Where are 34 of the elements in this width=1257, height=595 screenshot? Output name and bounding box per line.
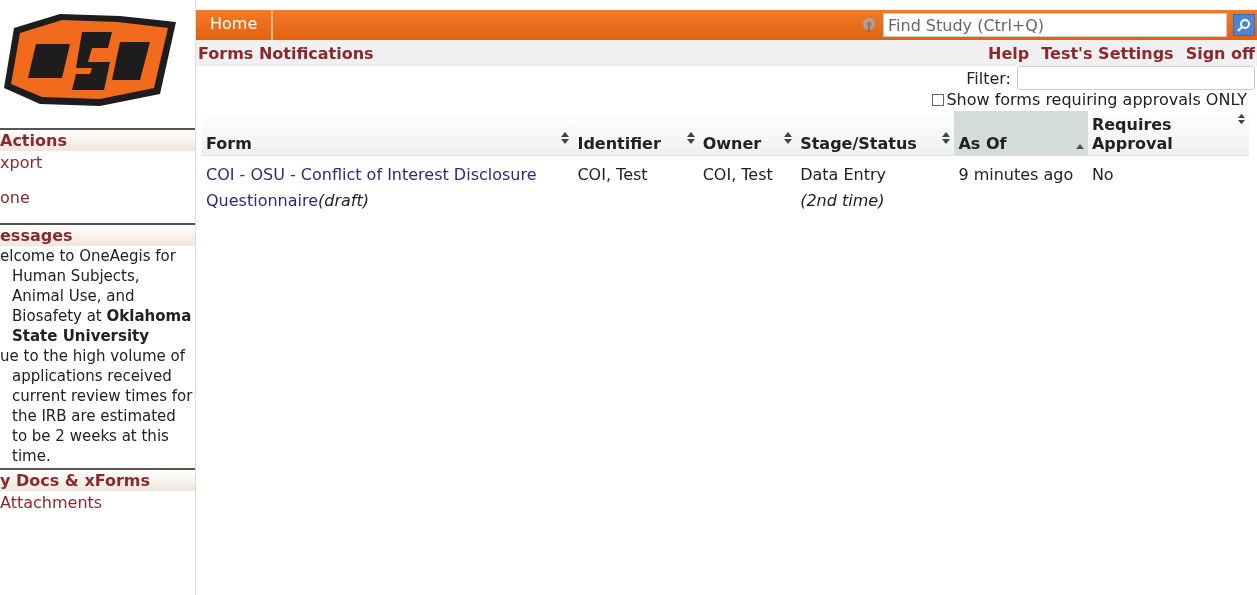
column-header[interactable]: Requires Approval bbox=[1087, 111, 1249, 156]
sidebar-link[interactable]: one bbox=[0, 186, 195, 221]
sort-icon bbox=[1237, 113, 1245, 125]
table-cell: Data Entry (2nd time) bbox=[796, 155, 955, 220]
sidebar-heading: essages bbox=[0, 223, 195, 246]
sort-ascending-icon bbox=[1075, 144, 1084, 149]
header-link[interactable]: Test's Settings bbox=[1041, 43, 1174, 63]
filter-field[interactable] bbox=[1017, 66, 1255, 90]
header-link[interactable]: Sign off bbox=[1185, 43, 1255, 63]
header-link[interactable]: Help bbox=[988, 43, 1030, 63]
sort-icon bbox=[561, 132, 570, 144]
filter-label: Filter: bbox=[966, 68, 1011, 88]
search-button[interactable] bbox=[1233, 14, 1255, 36]
radar-icon bbox=[861, 17, 877, 33]
column-header[interactable]: Stage/Status bbox=[796, 111, 955, 156]
message-text: ue to the high volume of applications received current review times for the IRB are estimated to be 2 weeks at this time. bbox=[0, 346, 194, 466]
sort-icon bbox=[784, 132, 793, 144]
sort-icon bbox=[686, 132, 695, 144]
sidebar-link[interactable]: xport bbox=[0, 151, 195, 186]
approvals-checkbox[interactable] bbox=[932, 93, 945, 106]
sidebar-heading: Actions bbox=[0, 128, 195, 151]
column-header[interactable]: As Of bbox=[954, 111, 1088, 156]
page-title: Forms Notifications bbox=[198, 43, 374, 63]
form-cell[interactable]: COI - OSU - Conflict of Interest Disclosure Questionnaire(draft) bbox=[202, 155, 574, 220]
table-cell: COI, Test bbox=[698, 155, 797, 220]
table-cell: 9 minutes ago bbox=[954, 155, 1088, 220]
table-cell: COI, Test bbox=[573, 155, 699, 220]
search-icon bbox=[1237, 18, 1251, 32]
sidebar-link[interactable]: Attachments bbox=[0, 491, 195, 526]
table-cell: No bbox=[1087, 155, 1249, 220]
sidebar-heading: y Docs & xForms bbox=[0, 468, 195, 491]
approvals-label: Show forms requiring approvals ONLY bbox=[946, 90, 1247, 109]
sort-icon bbox=[942, 132, 951, 144]
search-field[interactable]: Find Study (Ctrl+Q) bbox=[883, 13, 1227, 37]
